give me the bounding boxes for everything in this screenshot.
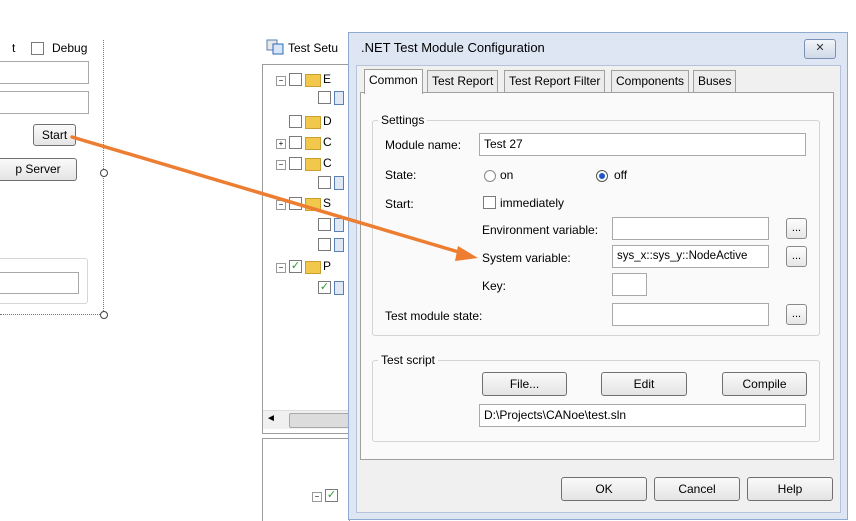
document-icon bbox=[334, 176, 344, 190]
expand-icon[interactable]: + bbox=[276, 139, 286, 149]
compile-button[interactable]: Compile bbox=[722, 372, 807, 396]
start-label: Start: bbox=[385, 197, 414, 211]
document-icon bbox=[334, 91, 344, 105]
cancel-button[interactable]: Cancel bbox=[654, 477, 740, 501]
folder-icon bbox=[305, 74, 321, 87]
module-name-input[interactable]: Test 27 bbox=[479, 133, 806, 156]
tree-checkbox[interactable] bbox=[289, 115, 302, 128]
tree-checkbox-checked[interactable]: ✓ bbox=[289, 260, 302, 273]
test-setup-title: Test Setu bbox=[288, 41, 339, 55]
tree-checkbox[interactable] bbox=[318, 176, 331, 189]
tree-checkbox[interactable] bbox=[289, 197, 302, 210]
state-off-label: off bbox=[614, 168, 628, 182]
expand-icon[interactable]: − bbox=[276, 263, 286, 273]
lower-tree-view[interactable] bbox=[262, 438, 350, 521]
close-button[interactable]: ✕ bbox=[804, 39, 836, 59]
document-icon bbox=[334, 281, 344, 295]
state-on-radio[interactable] bbox=[484, 170, 496, 182]
expand-icon[interactable]: − bbox=[312, 492, 322, 502]
module-name-label: Module name: bbox=[385, 138, 462, 152]
key-label: Key: bbox=[482, 279, 507, 293]
sys-var-browse-button[interactable]: ... bbox=[786, 246, 807, 267]
settings-group-title: Settings bbox=[378, 113, 428, 127]
folder-icon bbox=[305, 137, 321, 150]
expand-icon[interactable]: − bbox=[276, 200, 286, 210]
folder-icon bbox=[305, 261, 321, 274]
tree-item-label: E bbox=[323, 72, 332, 86]
tab-common[interactable]: Common bbox=[364, 69, 423, 94]
test-setup-icon bbox=[266, 39, 284, 55]
immediately-checkbox[interactable] bbox=[483, 196, 496, 209]
tree-hscrollbar[interactable]: ◄ bbox=[263, 410, 351, 429]
state-on-label: on bbox=[500, 168, 514, 182]
key-input[interactable] bbox=[612, 273, 647, 296]
tab-test-report-filter[interactable]: Test Report Filter bbox=[504, 70, 606, 92]
test-script-group-title: Test script bbox=[378, 353, 439, 367]
expand-icon[interactable]: − bbox=[276, 76, 286, 86]
env-var-label: Environment variable: bbox=[482, 223, 599, 237]
file-button[interactable]: File... bbox=[482, 372, 567, 396]
tree-checkbox[interactable] bbox=[318, 91, 331, 104]
scroll-thumb[interactable] bbox=[289, 413, 351, 428]
tree-item-label: S bbox=[323, 196, 332, 210]
left-input-3[interactable] bbox=[0, 272, 79, 294]
env-var-browse-button[interactable]: ... bbox=[786, 218, 807, 239]
folder-icon bbox=[305, 158, 321, 171]
state-label: State: bbox=[385, 168, 417, 182]
tree-checkbox[interactable] bbox=[289, 157, 302, 170]
radio-dot bbox=[599, 173, 605, 179]
tab-test-report[interactable]: Test Report bbox=[427, 70, 499, 92]
immediately-label: immediately bbox=[500, 196, 565, 210]
close-icon: ✕ bbox=[815, 42, 825, 54]
dialog-title: .NET Test Module Configuration bbox=[361, 40, 545, 55]
sys-var-label: System variable: bbox=[482, 251, 571, 265]
folder-icon bbox=[305, 116, 321, 129]
tree-checkbox[interactable] bbox=[289, 136, 302, 149]
sys-var-input[interactable]: sys_x::sys_y::NodeActive bbox=[612, 245, 769, 268]
tab-components[interactable]: Components bbox=[611, 70, 690, 92]
tree-checkbox[interactable] bbox=[289, 73, 302, 86]
tree-item-label: C bbox=[323, 156, 332, 170]
ok-button[interactable]: OK bbox=[561, 477, 647, 501]
document-icon bbox=[334, 238, 344, 252]
edit-button[interactable]: Edit bbox=[601, 372, 687, 396]
tree-item-label: D bbox=[323, 114, 332, 128]
tree-item-label: C bbox=[323, 135, 332, 149]
tree-checkbox[interactable] bbox=[318, 238, 331, 251]
resize-handle-right[interactable] bbox=[100, 169, 108, 177]
module-state-label: Test module state: bbox=[385, 309, 483, 323]
expand-icon[interactable]: − bbox=[276, 160, 286, 170]
tab-buses[interactable]: Buses bbox=[693, 70, 737, 92]
tree-checkbox[interactable] bbox=[318, 218, 331, 231]
tree-checkbox-checked[interactable]: ✓ bbox=[318, 281, 331, 294]
folder-icon bbox=[305, 198, 321, 211]
resize-handle-corner[interactable] bbox=[100, 311, 108, 319]
env-var-input[interactable] bbox=[612, 217, 769, 240]
help-button[interactable]: Help bbox=[747, 477, 833, 501]
script-path-input[interactable]: D:\Projects\CANoe\test.sln bbox=[479, 404, 806, 427]
module-state-browse-button[interactable]: ... bbox=[786, 304, 807, 325]
scroll-left-icon[interactable]: ◄ bbox=[266, 413, 276, 424]
module-state-input[interactable] bbox=[612, 303, 769, 326]
tree-item-label: P bbox=[323, 259, 332, 273]
state-off-radio[interactable] bbox=[596, 170, 608, 182]
tree-checkbox-checked[interactable]: ✓ bbox=[325, 489, 338, 502]
document-icon bbox=[334, 218, 344, 232]
